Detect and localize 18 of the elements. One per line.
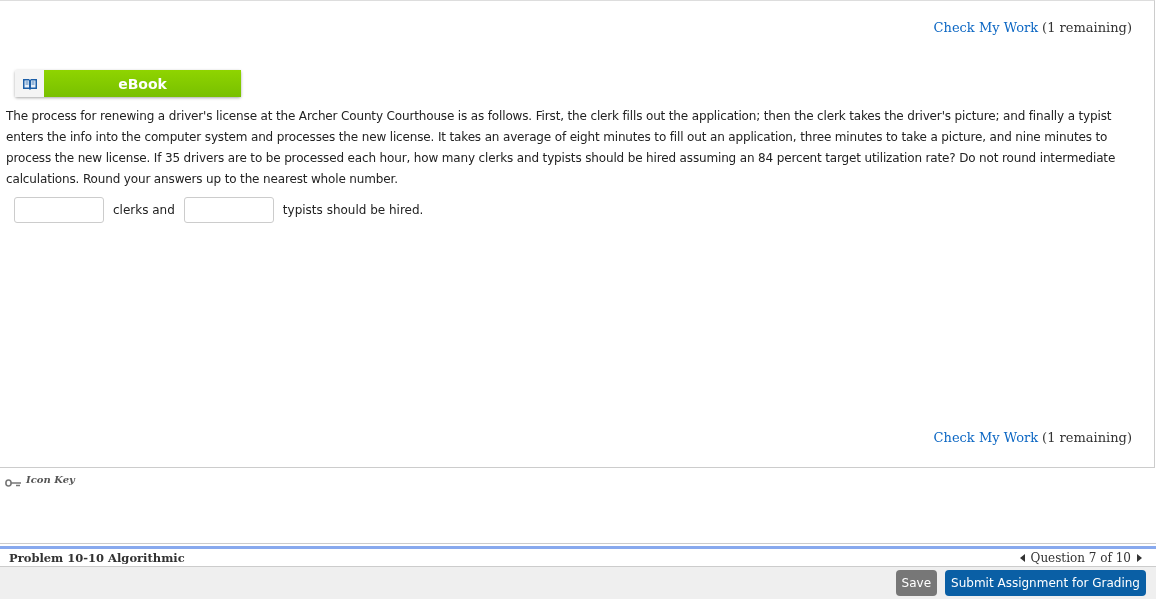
save-button[interactable]: Save: [895, 570, 938, 596]
remaining-note: (1 remaining): [1042, 19, 1132, 35]
answer-field[interactable]: [183, 197, 274, 223]
check-my-work-link[interactable]: Check My Work: [933, 19, 1039, 35]
remaining-note: (1 remaining): [1042, 429, 1132, 445]
key-icon: [5, 479, 22, 487]
icon-key-link[interactable]: Icon Key: [26, 474, 75, 485]
submit-button[interactable]: Submit Assignment for Grading: [945, 570, 1146, 596]
question-counter: Question 7 of 10: [1030, 550, 1131, 565]
previous-arrow-icon[interactable]: [1019, 553, 1026, 562]
answer-label: clerks and: [113, 203, 175, 217]
next-arrow-icon[interactable]: [1136, 553, 1142, 562]
question-text: The process for renewing a driver's license at the Archer County Courthouse is as follows. First, the clerk fills out the application; then the clerk takes the driver's picture; and finally a typist enters the info into the computer system and processes the new license. It takes an average of eight minutes to fill out an application, three minutes to take a picture, and nine minutes to process the new license. If 35 drivers are to be processed each hour, how many clerks and typists should be hired assuming an 84 percent target utilization rate? Do not round intermediate calculations. Round your answers up to the nearest whole number.: [6, 108, 1117, 188]
check-my-work-link[interactable]: Check My Work: [933, 429, 1039, 445]
book-icon: [21, 77, 38, 90]
answer-label: typists should be hired.: [282, 203, 424, 217]
answer-field[interactable]: [14, 197, 104, 223]
problem-title: Problem 10-10 Algorithmic: [9, 550, 185, 565]
